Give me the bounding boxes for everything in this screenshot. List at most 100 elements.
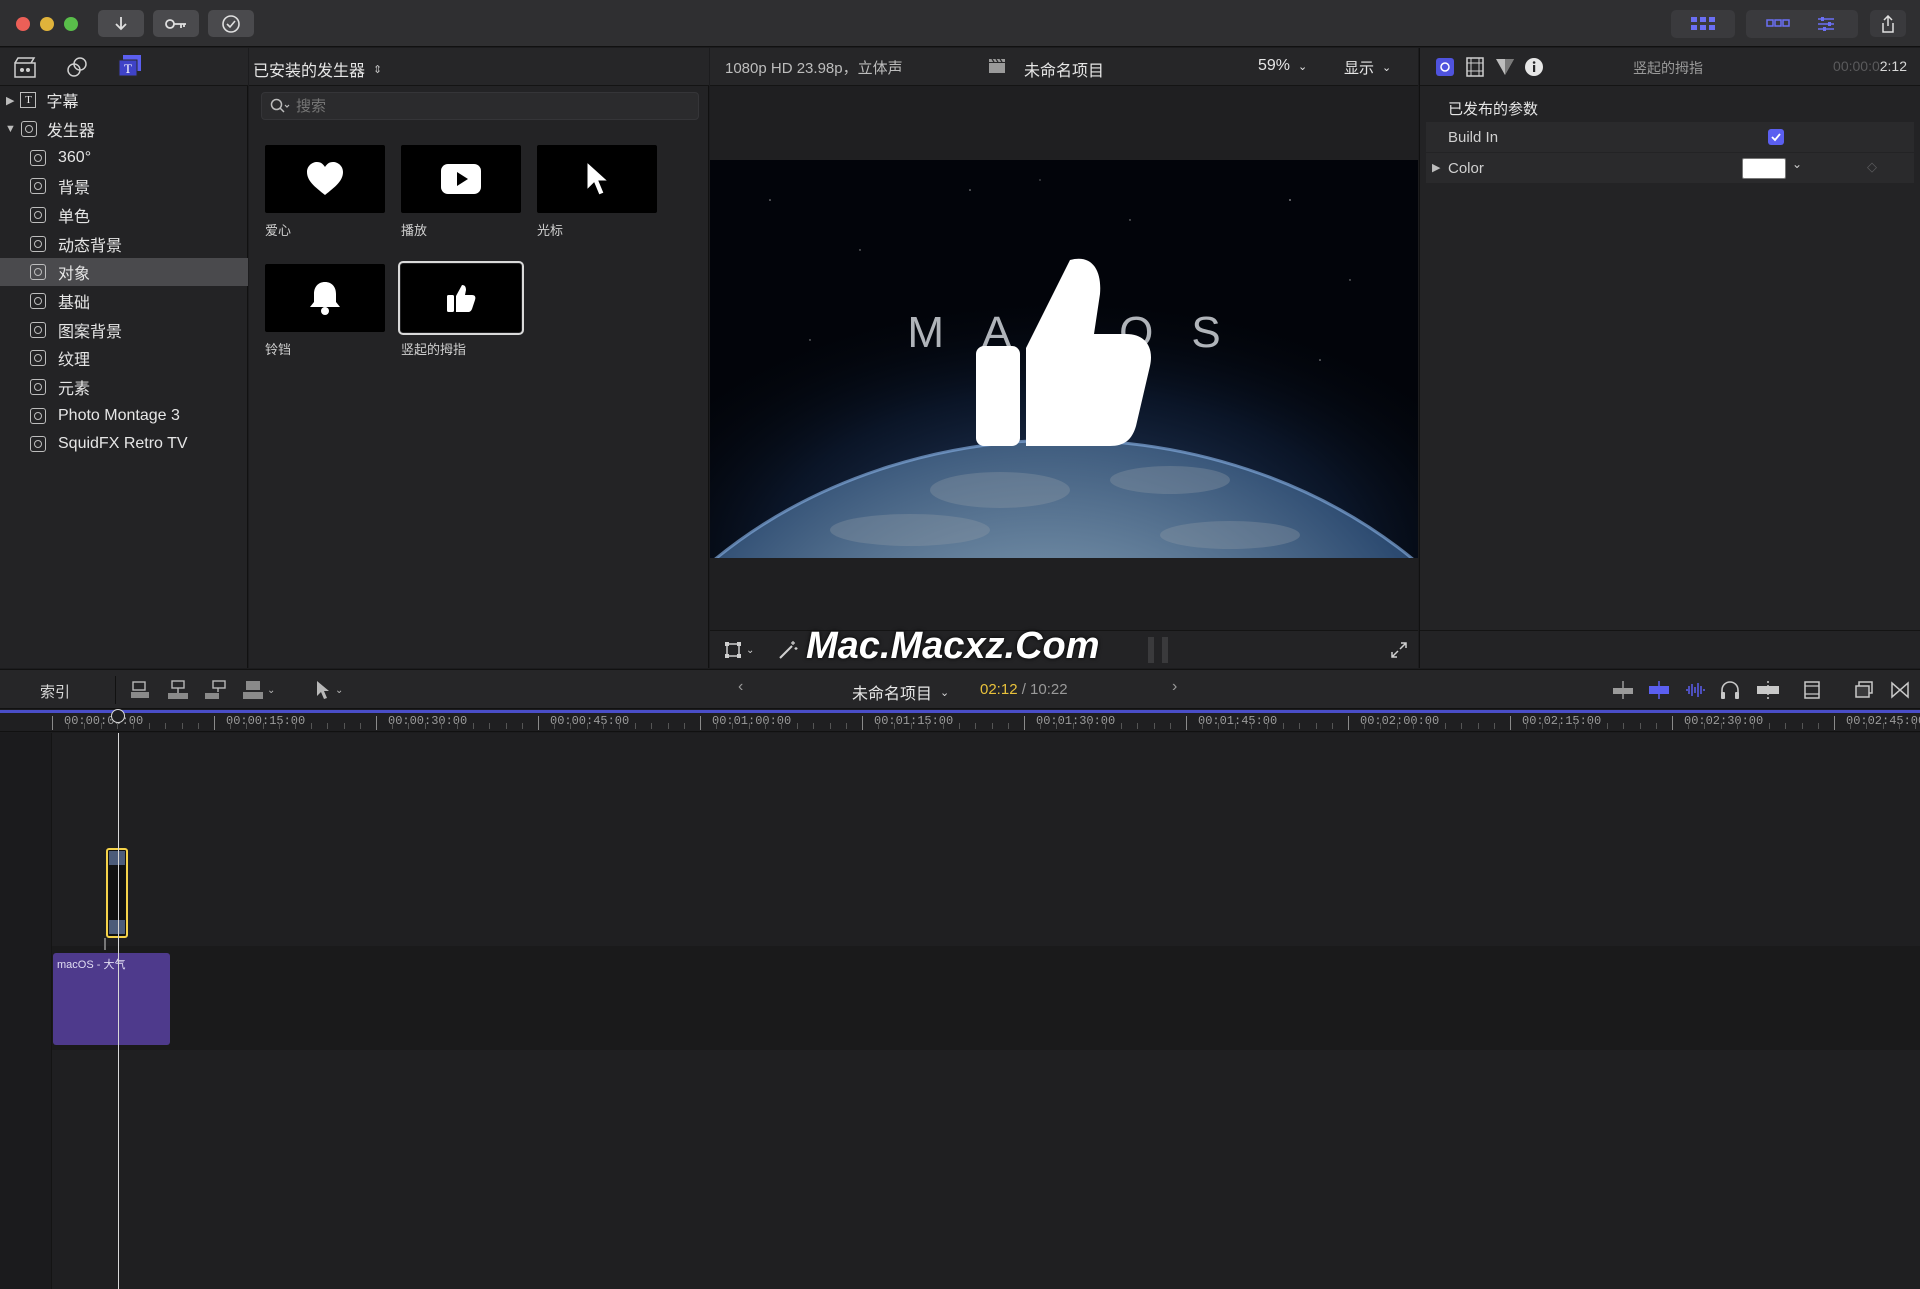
tool-menu[interactable]: ⌄ (315, 680, 343, 700)
ruler-minor-tick (457, 723, 458, 729)
timecode-display: 02:12 / 10:22 (980, 681, 1068, 698)
index-button[interactable]: 索引 (40, 681, 70, 702)
minimize-window-button[interactable] (40, 17, 54, 31)
search-input[interactable] (296, 97, 676, 115)
disclosure-right-icon[interactable]: ▶ (1432, 161, 1440, 174)
sidebar-item-solids[interactable]: 单色 (0, 201, 248, 229)
ruler-minor-tick (473, 723, 475, 729)
chevron-down-icon: ⌄ (1382, 62, 1392, 74)
libraries-tab[interactable] (14, 56, 36, 78)
ruler-minor-tick (1040, 723, 1042, 729)
keyword-editor-button[interactable] (153, 10, 199, 37)
sidebar-item-360[interactable]: 360° (0, 144, 248, 172)
connect-clip-button[interactable] (130, 680, 152, 700)
enhance-menu[interactable] (778, 640, 798, 660)
generator-thumb-heart[interactable] (265, 145, 385, 213)
project-menu[interactable]: 未命名项目 ⌄ (852, 680, 949, 704)
timeline-tracks[interactable]: macOS - 大气 (0, 733, 1920, 1289)
ruler-minor-tick (1785, 723, 1787, 729)
ruler-minor-tick (1558, 723, 1560, 729)
generator-thumb-cursor[interactable] (537, 145, 657, 213)
generator-thumb-play[interactable] (401, 145, 521, 213)
import-button[interactable] (98, 10, 144, 37)
sidebar-item-pattern-backgrounds[interactable]: 图案背景 (0, 316, 248, 344)
video-inspector-tab[interactable] (1465, 57, 1485, 77)
ruler-minor-tick (813, 723, 815, 729)
ruler-minor-tick (1056, 723, 1058, 729)
cursor-icon (586, 161, 609, 196)
color-inspector-tab[interactable] (1495, 58, 1515, 76)
sidebar-item-photo-montage[interactable]: Photo Montage 3 (0, 402, 248, 430)
photos-audio-tab[interactable] (66, 56, 88, 78)
transform-menu[interactable]: ⌄ (724, 641, 754, 659)
generator-inspector-tab[interactable] (1435, 57, 1455, 77)
close-window-button[interactable] (16, 17, 30, 31)
ruler-minor-tick (1218, 723, 1220, 729)
ruler-tick-label: 00:01:15:00 (874, 714, 954, 728)
disclosure-down-icon[interactable]: ▼ (5, 123, 16, 135)
fullscreen-button[interactable] (1390, 641, 1408, 659)
inspector-toggle-button[interactable] (1794, 10, 1858, 38)
sidebar-item-backgrounds[interactable]: 背景 (0, 172, 248, 200)
bell-icon (310, 282, 340, 315)
sidebar-item-label: 字幕 (46, 94, 79, 111)
sidebar-item-squidfx[interactable]: SquidFX Retro TV (0, 430, 248, 458)
ruler-minor-tick (748, 723, 750, 729)
sidebar-item-generators[interactable]: ▼ 发生器 (0, 115, 248, 143)
audio-lanes-button[interactable] (1612, 680, 1634, 700)
zoom-window-button[interactable] (64, 17, 78, 31)
share-button[interactable] (1870, 10, 1906, 37)
primary-clip[interactable]: macOS - 大气 (53, 953, 170, 1045)
sidebar-item-objects[interactable]: 对象 (0, 258, 248, 286)
installed-generators-dropdown[interactable]: 已安装的发生器 ⇕ (253, 57, 382, 81)
titles-generators-tab[interactable]: T (118, 54, 142, 78)
effects-browser-button[interactable] (1890, 680, 1910, 700)
browser-toggle-button[interactable] (1671, 10, 1735, 38)
headphones-icon (1721, 681, 1739, 699)
timeline-ruler[interactable]: 00:00:00:00 00:00:15:00 00:00:30:00 00:00:4… (0, 710, 1920, 732)
sidebar-item-titles[interactable]: ▶ T 字幕 (0, 86, 248, 114)
preview-canvas[interactable]: MACOS (710, 160, 1418, 558)
insert-clip-button[interactable] (167, 680, 189, 700)
chevron-down-icon[interactable]: ⌄ (1792, 157, 1802, 171)
append-clip-button[interactable] (204, 680, 226, 700)
ruler-minor-tick (910, 723, 912, 729)
playhead[interactable] (118, 733, 119, 1289)
search-field[interactable] (261, 92, 699, 120)
ruler-minor-tick (975, 723, 977, 729)
overwrite-menu[interactable]: ⌄ (242, 680, 275, 700)
timeline-index-toggle[interactable] (1854, 680, 1874, 700)
generator-thumb-thumbs-up[interactable] (398, 261, 524, 335)
up-down-chevron-icon: ⇕ (373, 63, 383, 76)
solo-button[interactable] (1720, 680, 1740, 700)
sidebar-item-animated-backgrounds[interactable]: 动态背景 (0, 230, 248, 258)
keyframe-diamond-icon[interactable]: ◇ (1867, 159, 1877, 175)
build-in-checkbox[interactable] (1768, 129, 1784, 145)
disclosure-right-icon[interactable]: ▶ (6, 94, 14, 107)
info-inspector-tab[interactable] (1524, 57, 1544, 77)
ruler-minor-tick (424, 723, 426, 729)
sidebar-item-textures[interactable]: 纹理 (0, 344, 248, 372)
insert-edit-icon (168, 680, 188, 699)
ruler-minor-tick (845, 723, 847, 729)
clip-skimming-button[interactable] (1648, 680, 1670, 700)
sidebar-item-elements[interactable]: 元素 (0, 373, 248, 401)
audio-skimming-button[interactable] (1684, 680, 1706, 700)
history-forward-button[interactable]: › (1172, 678, 1177, 696)
zoom-menu[interactable]: 59% ⌄ (1258, 57, 1307, 75)
overlap-windows-icon (1855, 681, 1873, 698)
background-tasks-button[interactable] (208, 10, 254, 37)
ruler-minor-tick (1331, 723, 1333, 729)
sidebar-item-basics[interactable]: 基础 (0, 287, 248, 315)
ruler-minor-tick (1542, 723, 1544, 729)
color-well[interactable] (1742, 158, 1786, 179)
clip-appearance-button[interactable] (1802, 680, 1822, 700)
playhead-handle[interactable] (111, 709, 125, 723)
connected-clip-thumbs-up[interactable] (106, 848, 128, 938)
generator-thumb-bell[interactable] (265, 264, 385, 332)
ruler-minor-tick (991, 723, 993, 729)
history-back-button[interactable]: ‹ (738, 678, 743, 696)
ruler-major-tick (1024, 716, 1025, 730)
view-menu[interactable]: 显示 ⌄ (1344, 57, 1391, 78)
snapping-button[interactable] (1756, 680, 1780, 700)
